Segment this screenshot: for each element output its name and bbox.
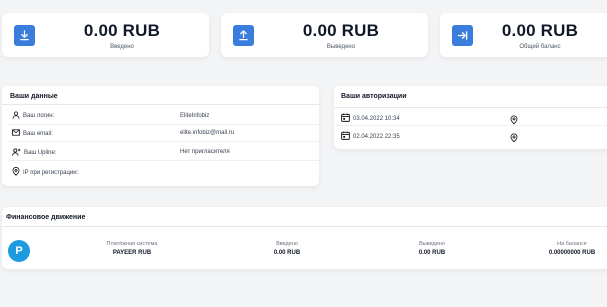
finance-card: Финансовое движение P Платёжная система … (2, 207, 607, 269)
stat-label: Общий баланс (519, 43, 561, 50)
payeer-logo: P (8, 240, 30, 262)
user-icon (12, 111, 20, 121)
user-plus-icon (12, 148, 21, 158)
download-icon (14, 24, 35, 46)
divider (2, 226, 607, 227)
map-pin-icon (510, 112, 518, 130)
calendar-icon (341, 113, 350, 124)
auth-row: 02.04.2022 22:35 (341, 131, 400, 142)
section-title: Ваши данные (10, 93, 58, 100)
login-label: Ваш логин: (12, 111, 54, 121)
balance-cell: На балансе 0.00000000 RUB (548, 241, 596, 256)
arrow-to-line-icon (452, 24, 473, 46)
upline-label: Ваш Upline: (12, 148, 57, 158)
ip-label: IP при регистрации: (12, 167, 78, 178)
deposited-cell: Введено 0.00 RUB (273, 241, 301, 256)
envelope-icon (12, 129, 20, 138)
divider (2, 104, 319, 105)
authorizations-card: Ваши авторизации 03.04.2022 10:34 02.04.… (334, 86, 607, 149)
row-divider (334, 125, 607, 126)
email-label: Ваш email: (12, 129, 53, 138)
row-divider (7, 124, 319, 125)
stat-label: Введено (110, 43, 134, 50)
payment-system-cell: Платёжная система PAYEER RUB (106, 241, 158, 256)
row-divider (7, 141, 319, 142)
login-value: EliteInfobiz (180, 113, 210, 119)
stat-card-balance: 0.00 RUB Общий баланс (440, 13, 607, 57)
map-pin-icon (510, 130, 518, 148)
section-title: Финансовое движение (6, 214, 86, 221)
row-divider (7, 160, 319, 161)
divider (334, 107, 607, 108)
auth-row: 03.04.2022 10:34 (341, 113, 400, 124)
stat-value: 0.00 RUB (501, 20, 579, 40)
stat-value: 0.00 RUB (83, 20, 161, 40)
upload-icon (233, 24, 254, 46)
stat-card-deposited: 0.00 RUB Введено (2, 13, 209, 57)
stat-value: 0.00 RUB (302, 20, 380, 40)
email-value: elite.infobiz@mail.ru (180, 130, 235, 136)
stat-label: Выведено (326, 43, 356, 50)
calendar-icon (341, 131, 350, 142)
stat-card-withdrawn: 0.00 RUB Выведено (221, 13, 428, 57)
user-data-card: Ваши данные Ваш логин: EliteInfobiz Ваш … (2, 86, 319, 186)
upline-value: Нет пригласителя (180, 149, 230, 155)
withdrawn-cell: Выведено 0.00 RUB (418, 241, 446, 256)
map-pin-icon (12, 167, 20, 178)
section-title: Ваши авторизации (341, 93, 407, 100)
